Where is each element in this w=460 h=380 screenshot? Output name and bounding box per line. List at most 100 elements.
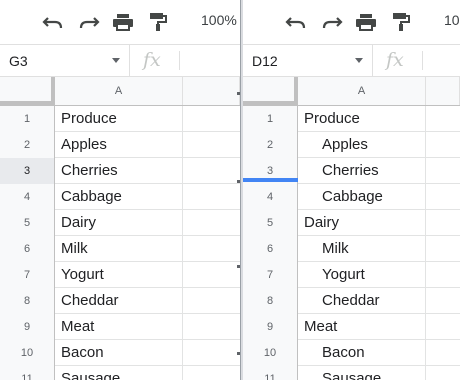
cell-b[interactable]	[426, 210, 460, 236]
cell-a[interactable]: Yogurt	[55, 262, 183, 288]
cell-b[interactable]	[183, 210, 240, 236]
cell-b[interactable]	[183, 340, 240, 366]
row-header[interactable]: 7	[0, 262, 55, 288]
cell-b[interactable]	[183, 184, 240, 210]
zoom-select[interactable]: 10	[444, 12, 460, 28]
cell-a[interactable]: Meat	[55, 314, 183, 340]
cell-a[interactable]: Cheddar	[298, 288, 426, 314]
name-box-value: D12	[252, 53, 278, 69]
row-header[interactable]: 11	[0, 366, 55, 380]
table-row: 9 Meat	[0, 314, 240, 340]
cell-b[interactable]	[183, 314, 240, 340]
row-header[interactable]: 5	[243, 210, 298, 236]
row-header[interactable]: 8	[243, 288, 298, 314]
cell-a[interactable]: Bacon	[298, 340, 426, 366]
cell-a[interactable]: Milk	[298, 236, 426, 262]
select-all-corner[interactable]	[0, 77, 55, 105]
cell-b[interactable]	[183, 262, 240, 288]
row-header[interactable]: 9	[243, 314, 298, 340]
cell-b[interactable]	[426, 158, 460, 184]
row-header[interactable]: 4	[0, 184, 55, 210]
redo-button[interactable]	[76, 10, 102, 34]
cell-a[interactable]: Produce	[298, 106, 426, 132]
row-header[interactable]: 6	[0, 236, 55, 262]
row-header[interactable]: 7	[243, 262, 298, 288]
name-box[interactable]: D12	[243, 45, 373, 76]
table-row: 2 Apples	[243, 132, 460, 158]
formula-bar: G3 fx	[0, 44, 240, 77]
column-header-a[interactable]: A	[55, 77, 183, 105]
cell-b[interactable]	[183, 158, 240, 184]
undo-icon	[285, 17, 306, 29]
cell-b[interactable]	[426, 366, 460, 380]
cell-b[interactable]	[183, 106, 240, 132]
table-row: 4 Cabbage	[0, 184, 240, 210]
cell-b[interactable]	[426, 314, 460, 340]
row-header[interactable]: 10	[243, 340, 298, 366]
table-row: 11 Sausage	[0, 366, 240, 380]
cell-a[interactable]: Sausage	[298, 366, 426, 380]
row-header[interactable]: 10	[0, 340, 55, 366]
paint-format-button[interactable]	[145, 10, 171, 34]
paint-format-button[interactable]	[388, 10, 414, 34]
row-header[interactable]: 5	[0, 210, 55, 236]
cell-b[interactable]	[183, 132, 240, 158]
cell-a[interactable]: Milk	[55, 236, 183, 262]
undo-button[interactable]	[283, 10, 309, 34]
row-header[interactable]: 6	[243, 236, 298, 262]
cell-b[interactable]	[426, 288, 460, 314]
table-row: 9 Meat	[243, 314, 460, 340]
cell-b[interactable]	[426, 236, 460, 262]
row-header[interactable]: 3	[0, 158, 55, 184]
paint-format-icon	[150, 13, 167, 31]
column-header-b[interactable]	[183, 77, 240, 105]
name-box-value: G3	[9, 53, 28, 69]
select-all-corner[interactable]	[243, 77, 298, 105]
row-header[interactable]: 1	[0, 106, 55, 132]
redo-button[interactable]	[319, 10, 345, 34]
cell-a[interactable]: Bacon	[55, 340, 183, 366]
column-header-b[interactable]	[426, 77, 460, 105]
cell-b[interactable]	[183, 236, 240, 262]
cell-b[interactable]	[183, 366, 240, 380]
cell-a[interactable]: Apples	[298, 132, 426, 158]
cell-a[interactable]: Dairy	[298, 210, 426, 236]
cell-b[interactable]	[183, 288, 240, 314]
cell-a[interactable]: Apples	[55, 132, 183, 158]
zoom-select[interactable]: 100%	[201, 12, 237, 28]
cell-b[interactable]	[426, 106, 460, 132]
table-row: 8 Cheddar	[0, 288, 240, 314]
print-icon	[113, 14, 133, 31]
cell-a[interactable]: Cherries	[298, 158, 426, 184]
cell-b[interactable]	[426, 184, 460, 210]
row-header[interactable]: 1	[243, 106, 298, 132]
scroll-marker	[237, 180, 240, 183]
undo-button[interactable]	[40, 10, 66, 34]
name-box[interactable]: G3	[0, 45, 130, 76]
cell-a[interactable]: Yogurt	[298, 262, 426, 288]
table-row: 10 Bacon	[0, 340, 240, 366]
cell-a[interactable]: Dairy	[55, 210, 183, 236]
cell-a[interactable]: Cherries	[55, 158, 183, 184]
cell-a[interactable]: Cheddar	[55, 288, 183, 314]
row-header[interactable]: 9	[0, 314, 55, 340]
column-header-a[interactable]: A	[298, 77, 426, 105]
print-button[interactable]	[110, 10, 136, 34]
table-row: 7 Yogurt	[0, 262, 240, 288]
cell-a[interactable]: Produce	[55, 106, 183, 132]
row-header[interactable]: 4	[243, 184, 298, 210]
row-header[interactable]: 11	[243, 366, 298, 380]
fx-icon: fx	[143, 49, 161, 71]
row-header[interactable]: 8	[0, 288, 55, 314]
cell-a[interactable]: Cabbage	[55, 184, 183, 210]
cell-b[interactable]	[426, 340, 460, 366]
cell-a[interactable]: Cabbage	[298, 184, 426, 210]
row-header[interactable]: 2	[243, 132, 298, 158]
cell-a[interactable]: Sausage	[55, 366, 183, 380]
cell-b[interactable]	[426, 262, 460, 288]
cell-b[interactable]	[426, 132, 460, 158]
print-button[interactable]	[353, 10, 379, 34]
cell-a[interactable]: Meat	[298, 314, 426, 340]
cell-grid: 1 Produce 2 Apples 3 Cherries 4 Cabbage 5 Dairy 6 M…	[243, 106, 460, 380]
row-header[interactable]: 2	[0, 132, 55, 158]
